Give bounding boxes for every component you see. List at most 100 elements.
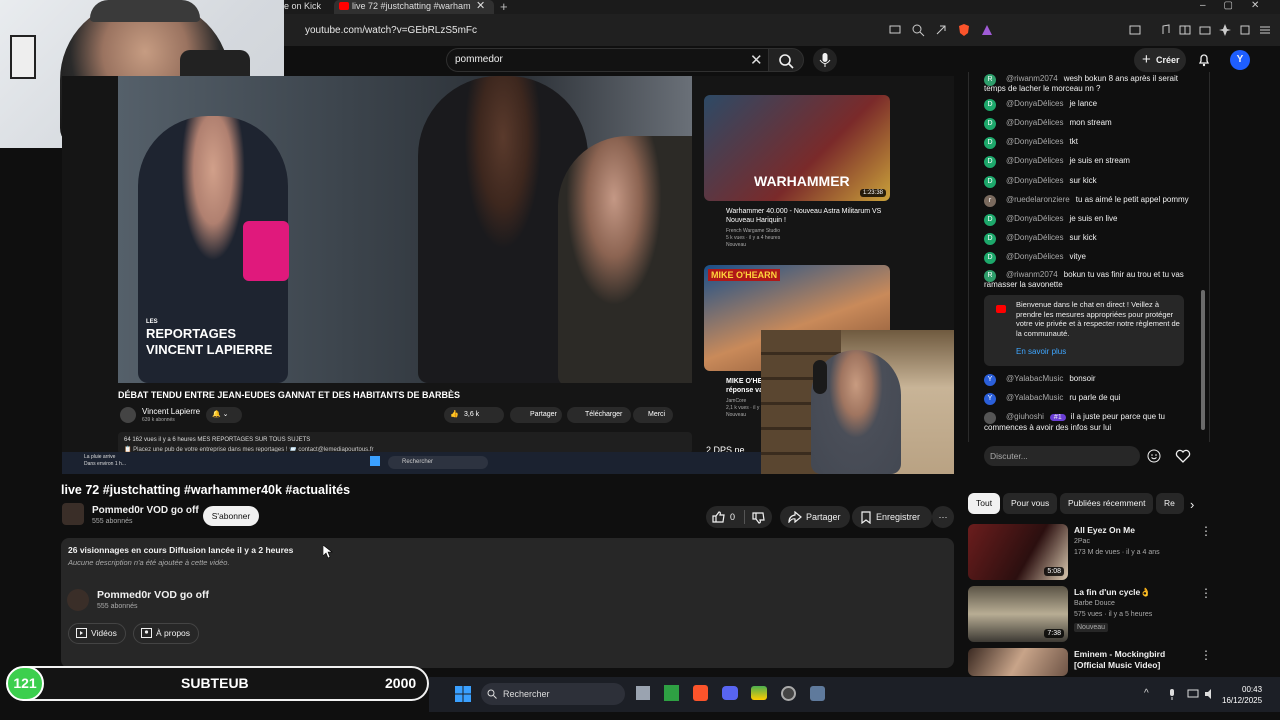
chat-input[interactable]: Discuter... (984, 446, 1140, 466)
learn-more-link[interactable]: En savoir plus (1016, 347, 1066, 356)
chat-username[interactable]: @DonyaDélices (1006, 176, 1063, 185)
dislike-button[interactable] (752, 512, 766, 524)
chevron-up-icon[interactable]: ^ (1144, 688, 1149, 699)
more-actions-button[interactable]: ··· (932, 506, 954, 528)
description-channel-avatar[interactable] (67, 589, 89, 611)
subscribe-button[interactable]: S'abonner (203, 506, 259, 526)
recommendation-thumbnail[interactable] (968, 648, 1068, 676)
tab-youtube-active[interactable]: live 72 #justchatting #warham (334, 0, 494, 14)
filter-chip[interactable]: Re (1156, 493, 1184, 514)
windows-start-icon[interactable] (455, 686, 471, 702)
chat-avatar[interactable]: r (984, 195, 996, 207)
search-button[interactable] (768, 48, 804, 72)
brave-browser-icon[interactable] (693, 685, 708, 701)
chat-username[interactable]: @YalabacMusic (1006, 374, 1063, 383)
brave-shield-icon[interactable] (957, 23, 971, 37)
extensions-icon[interactable] (1238, 23, 1252, 37)
discord-icon[interactable] (722, 686, 738, 700)
share-page-icon[interactable] (934, 23, 948, 37)
chat-username[interactable]: @riwanm2074 (1006, 270, 1058, 279)
recommendation-thumbnail[interactable]: 7:38 (968, 586, 1068, 642)
chevron-right-icon[interactable]: › (1190, 497, 1194, 512)
app-icon[interactable] (751, 686, 767, 700)
task-view-icon[interactable] (636, 686, 650, 700)
notifications-bell-icon[interactable] (1197, 53, 1211, 67)
split-view-icon[interactable] (1178, 23, 1192, 37)
chat-username[interactable]: @DonyaDélices (1006, 252, 1063, 261)
sidebar-toggle-icon[interactable] (1128, 23, 1142, 37)
filter-chip[interactable]: Publiées récemment (1060, 493, 1154, 514)
description-channel-name[interactable]: Pommed0r VOD go off (97, 589, 209, 601)
recommendation-title[interactable]: Eminem - Mockingbird [Official Music Vid… (1074, 649, 1196, 671)
voice-search-button[interactable] (813, 48, 837, 72)
spreadsheet-app-icon[interactable] (664, 685, 679, 701)
chat-username[interactable]: @ruedelaronziere (1006, 195, 1070, 204)
address-bar[interactable]: youtube.com/watch?v=GEbRLzS5mFc (305, 25, 477, 36)
video-icon (76, 628, 87, 638)
chat-avatar[interactable]: D (984, 118, 996, 130)
system-clock[interactable]: 00:43 16/12/2025 (1222, 684, 1262, 706)
chat-avatar[interactable] (984, 412, 996, 424)
cast-icon[interactable] (888, 23, 902, 37)
more-options-icon[interactable]: ⋮ (1200, 524, 1212, 538)
chat-username[interactable]: @YalabacMusic (1006, 393, 1063, 402)
more-options-icon[interactable]: ⋮ (1200, 586, 1212, 600)
chat-username[interactable]: @DonyaDélices (1006, 118, 1063, 127)
channel-name[interactable]: Pommed0r VOD go off (92, 505, 199, 516)
chat-username[interactable]: @DonyaDélices (1006, 99, 1063, 108)
tab-kick[interactable]: e on Kick (284, 0, 332, 14)
chat-username[interactable]: @DonyaDélices (1006, 214, 1063, 223)
new-tab-icon[interactable]: + (500, 0, 508, 14)
chat-username[interactable]: @DonyaDélices (1006, 156, 1063, 165)
chat-avatar[interactable]: R (984, 270, 996, 282)
music-icon[interactable] (1158, 23, 1172, 37)
chat-avatar[interactable]: D (984, 156, 996, 168)
brave-rewards-icon[interactable] (980, 23, 994, 37)
chat-avatar[interactable]: D (984, 137, 996, 149)
about-button[interactable]: À propos (133, 623, 200, 644)
chat-scrollbar[interactable] (1201, 290, 1205, 430)
tab-close-icon[interactable]: ✕ (476, 0, 485, 12)
more-options-icon[interactable]: ⋮ (1200, 648, 1212, 662)
leo-ai-icon[interactable] (1218, 23, 1232, 37)
chat-avatar[interactable]: Y (984, 393, 996, 405)
search-query[interactable]: pommedor (455, 54, 503, 65)
recommendation-title[interactable]: La fin d'un cycle👌 (1074, 587, 1196, 598)
like-button[interactable] (712, 511, 726, 523)
zoom-icon[interactable] (911, 23, 925, 37)
chat-username[interactable]: @DonyaDélices (1006, 137, 1063, 146)
wallet-icon[interactable] (1198, 23, 1212, 37)
chat-avatar[interactable]: R (984, 74, 996, 86)
chat-avatar[interactable]: D (984, 176, 996, 188)
save-button[interactable]: Enregistrer (852, 506, 932, 528)
chat-avatar[interactable]: D (984, 99, 996, 111)
create-button[interactable]: + Créer (1134, 48, 1186, 72)
obs-icon[interactable] (781, 686, 796, 701)
volume-icon[interactable] (1204, 688, 1216, 700)
chat-avatar[interactable]: Y (984, 374, 996, 386)
chat-avatar[interactable]: D (984, 233, 996, 245)
recommendation-thumbnail[interactable]: 5:08 (968, 524, 1068, 580)
network-icon[interactable] (1187, 688, 1199, 700)
taskbar-search[interactable]: Rechercher (481, 683, 625, 705)
share-button[interactable]: Partager (780, 506, 850, 528)
chat-avatar[interactable]: D (984, 252, 996, 264)
recommendation-channel[interactable]: Barbe Douce (1074, 600, 1115, 607)
filter-chip[interactable]: Pour vous (1003, 493, 1058, 514)
chat-username[interactable]: @giuhoshi (1006, 412, 1044, 421)
recommendation-title[interactable]: All Eyez On Me (1074, 525, 1196, 536)
videos-button[interactable]: Vidéos (68, 623, 126, 644)
chat-username[interactable]: @DonyaDélices (1006, 233, 1063, 242)
menu-icon[interactable] (1258, 23, 1272, 37)
emoji-icon[interactable] (1147, 449, 1161, 463)
clear-search-icon[interactable]: ✕ (750, 51, 763, 69)
filter-chip[interactable]: Tout (968, 493, 1001, 514)
channel-avatar[interactable] (62, 503, 84, 525)
chat-avatar[interactable]: D (984, 214, 996, 226)
account-avatar[interactable]: Y (1230, 50, 1250, 70)
recommendation-channel[interactable]: 2Pac (1074, 538, 1090, 545)
chat-username[interactable]: @riwanm2074 (1006, 74, 1058, 83)
settings-app-icon[interactable] (810, 686, 825, 701)
heart-icon[interactable] (1175, 449, 1191, 463)
microphone-tray-icon[interactable] (1166, 688, 1178, 700)
